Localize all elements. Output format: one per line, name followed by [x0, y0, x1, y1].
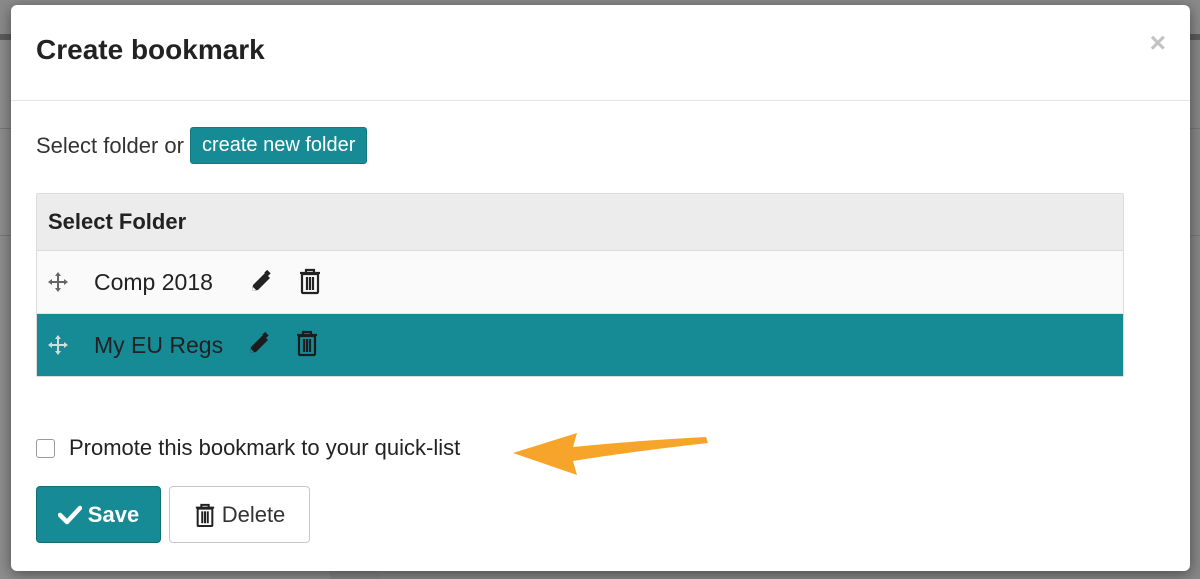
promote-option: Promote this bookmark to your quick-list: [36, 435, 460, 461]
folder-intro: Select folder or create new folder: [36, 127, 368, 164]
pencil-icon[interactable]: [248, 269, 274, 295]
folder-name: Comp 2018: [94, 268, 213, 295]
save-label: Save: [87, 501, 140, 527]
move-arrows-icon[interactable]: [47, 334, 69, 356]
action-buttons: Save Delete: [36, 486, 310, 543]
close-button[interactable]: ×: [1150, 29, 1166, 57]
delete-button[interactable]: Delete: [169, 486, 310, 543]
trash-icon: [194, 502, 216, 528]
annotation-arrow-icon: [513, 433, 708, 475]
modal-title: Create bookmark: [36, 34, 265, 65]
folder-row-my-eu-regs[interactable]: My EU Regs: [37, 314, 1123, 376]
folder-row-comp-2018[interactable]: Comp 2018: [37, 251, 1123, 314]
pencil-icon[interactable]: [246, 331, 272, 357]
move-arrows-icon[interactable]: [47, 271, 69, 293]
promote-checkbox[interactable]: [36, 438, 55, 458]
trash-icon[interactable]: [295, 329, 319, 357]
folder-intro-text: Select folder or: [36, 132, 184, 158]
folder-name: My EU Regs: [94, 331, 224, 358]
create-new-folder-button[interactable]: create new folder: [189, 127, 368, 164]
folder-table-header: Select Folder: [37, 194, 1123, 251]
checkmark-icon: [57, 505, 82, 525]
trash-icon[interactable]: [298, 267, 322, 295]
delete-label: Delete: [221, 501, 286, 527]
save-button[interactable]: Save: [36, 486, 161, 543]
create-bookmark-modal: Create bookmark × Select folder or creat…: [11, 5, 1190, 571]
modal-header: Create bookmark ×: [11, 5, 1190, 101]
promote-label: Promote this bookmark to your quick-list: [69, 435, 461, 460]
folder-table: Select Folder Comp 2018 My EU Regs: [36, 193, 1124, 377]
